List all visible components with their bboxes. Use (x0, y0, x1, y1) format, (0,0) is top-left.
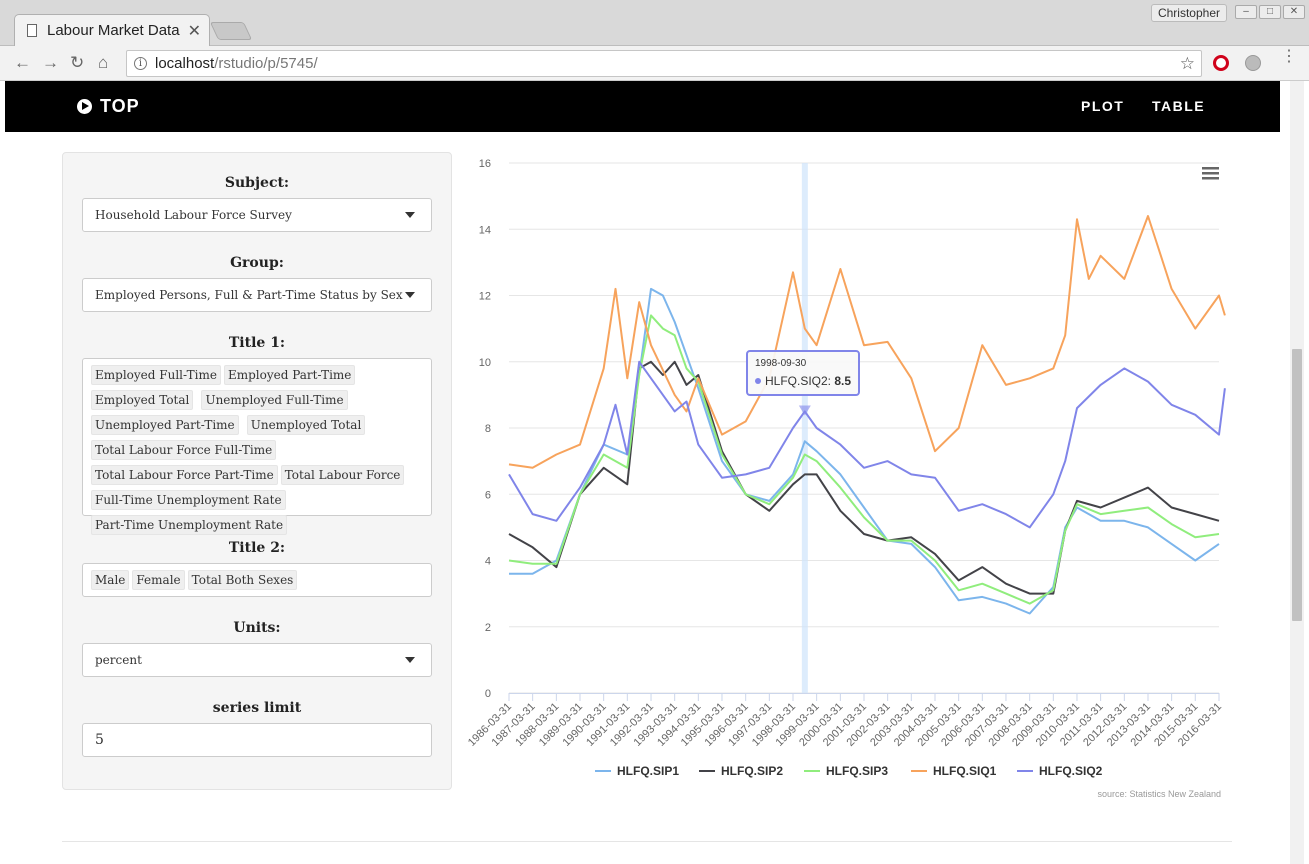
nav-table[interactable]: TABLE (1152, 98, 1205, 114)
title1-tag[interactable]: Employed Full-Time (91, 365, 221, 385)
legend-item[interactable]: HLFQ.SIQ1 (933, 764, 997, 778)
series-line-hlfq-sip1[interactable] (509, 287, 1220, 615)
series-limit-label: series limit (212, 700, 302, 716)
bookmark-star-icon[interactable]: ☆ (1180, 51, 1195, 76)
series-line-hlfq-siq2[interactable] (508, 360, 1226, 529)
browser-toolbar: ← → ↻ ⌂ i localhost/rstudio/p/5745/ ☆ ⋮ (0, 46, 1309, 81)
title2-multiselect[interactable]: Male Female Total Both Sexes (82, 563, 432, 597)
title1-tag[interactable]: Part-Time Unemployment Rate (91, 515, 288, 535)
series-line-hlfq-sip2[interactable] (508, 360, 1220, 595)
title1-tag[interactable]: Unemployed Full-Time (201, 390, 348, 410)
group-value: Employed Persons, Full & Part-Time Statu… (95, 288, 403, 302)
subject-label: Subject: (224, 175, 290, 191)
title1-tag[interactable]: Total Labour Force Full-Time (91, 440, 277, 460)
page-divider (62, 841, 1232, 842)
y-tick-label: 16 (479, 158, 491, 170)
line-chart: 0 2 4 6 8 10 12 14 16 1986-03-31 1987-03-31 1988-03… (462, 145, 1232, 805)
units-label: Units: (233, 620, 281, 636)
close-tab-icon[interactable]: ✕ (188, 21, 201, 41)
title2-tag[interactable]: Total Both Sexes (187, 570, 298, 590)
title1-tag[interactable]: Full-Time Unemployment Rate (91, 490, 286, 510)
y-tick-label: 0 (485, 688, 491, 700)
chevron-down-icon (405, 292, 415, 298)
reload-icon[interactable]: ↻ (70, 53, 84, 73)
chart-menu-icon[interactable] (1202, 177, 1219, 180)
page-scrollbar-thumb[interactable] (1292, 349, 1302, 621)
title1-tag[interactable]: Employed Total (91, 390, 194, 410)
opera-extension-icon[interactable] (1213, 55, 1229, 71)
legend-item[interactable]: HLFQ.SIP2 (721, 764, 783, 778)
units-value: percent (95, 653, 142, 667)
tooltip-date: 1998-09-30 (755, 358, 807, 369)
new-tab-button[interactable] (209, 22, 253, 40)
title1-tag[interactable]: Employed Part-Time (223, 365, 356, 385)
chevron-down-icon (405, 212, 415, 218)
tooltip-dot (755, 378, 761, 384)
chart-menu-icon[interactable] (1202, 172, 1219, 175)
back-icon[interactable]: ← (14, 53, 31, 73)
title1-tag[interactable]: Unemployed Total (246, 415, 366, 435)
browser-tabstrip: Labour Market Data ✕ Christopher – □ ✕ (0, 0, 1309, 46)
tooltip-value: 8.5 (834, 374, 851, 388)
title1-tag[interactable]: Total Labour Force (280, 465, 405, 485)
app-navbar: TOP PLOT TABLE (5, 81, 1280, 132)
info-icon[interactable]: i (134, 57, 147, 70)
subject-value: Household Labour Force Survey (95, 208, 292, 222)
legend-item[interactable]: HLFQ.SIQ2 (1039, 764, 1103, 778)
title2-tag[interactable]: Female (132, 570, 185, 590)
y-tick-label: 12 (479, 291, 491, 303)
forward-icon[interactable]: → (42, 53, 59, 73)
hover-marker (798, 405, 811, 416)
address-bar[interactable]: i localhost/rstudio/p/5745/ ☆ (126, 50, 1202, 77)
minimize-icon[interactable]: – (1235, 5, 1257, 19)
url-path: /rstudio/p/5745/ (214, 55, 318, 72)
title2-tag[interactable]: Male (91, 570, 130, 590)
title1-tag[interactable]: Total Labour Force Part-Time (91, 465, 278, 485)
series-limit-input[interactable]: 5 (82, 723, 432, 757)
series-line-hlfq-siq1[interactable] (508, 215, 1226, 469)
maximize-icon[interactable]: □ (1259, 5, 1281, 19)
legend-item[interactable]: HLFQ.SIP1 (617, 764, 679, 778)
home-icon[interactable]: ⌂ (98, 53, 108, 73)
group-label: Group: (230, 255, 284, 271)
tooltip-series: HLFQ.SIQ2: 8.5 (765, 374, 851, 388)
y-tick-label: 8 (485, 423, 491, 435)
chart-menu-icon[interactable] (1202, 167, 1219, 170)
extension-icon[interactable] (1245, 55, 1261, 71)
chart-svg: 02468101214161986-03-311987-03-311988-03… (466, 158, 1226, 799)
subject-select[interactable]: Household Labour Force Survey (82, 198, 432, 232)
y-tick-label: 14 (479, 224, 491, 236)
filter-sidebar: Subject: Household Labour Force Survey G… (62, 152, 452, 790)
brand-label: TOP (100, 96, 140, 116)
document-icon (27, 24, 37, 37)
title1-tag[interactable]: Unemployed Part-Time (91, 415, 239, 435)
legend-item[interactable]: HLFQ.SIP3 (826, 764, 888, 778)
browser-menu-icon[interactable]: ⋮ (1281, 49, 1297, 65)
title1-multiselect[interactable]: Employed Full-Time Employed Part-Time Empl… (82, 358, 432, 535)
nav-plot[interactable]: PLOT (1081, 98, 1124, 114)
title1-label: Title 1: (228, 335, 286, 351)
browser-tab[interactable]: Labour Market Data ✕ (14, 14, 210, 46)
chart-credit[interactable]: source: Statistics New Zealand (1097, 789, 1221, 799)
crosshair-band (801, 163, 808, 693)
url-host: localhost (155, 55, 215, 72)
close-window-icon[interactable]: ✕ (1283, 5, 1305, 19)
y-tick-label: 6 (485, 489, 491, 501)
chevron-down-icon (405, 657, 415, 663)
tab-title: Labour Market Data (47, 22, 180, 39)
group-select[interactable]: Employed Persons, Full & Part-Time Statu… (82, 278, 432, 312)
brand[interactable]: TOP (77, 96, 140, 117)
y-tick-label: 10 (479, 357, 491, 369)
profile-button[interactable]: Christopher (1150, 4, 1227, 22)
title2-label: Title 2: (228, 540, 286, 556)
play-circle-icon (77, 99, 92, 114)
y-tick-label: 4 (485, 556, 491, 568)
y-tick-label: 2 (485, 622, 491, 634)
units-select[interactable]: percent (82, 643, 432, 677)
